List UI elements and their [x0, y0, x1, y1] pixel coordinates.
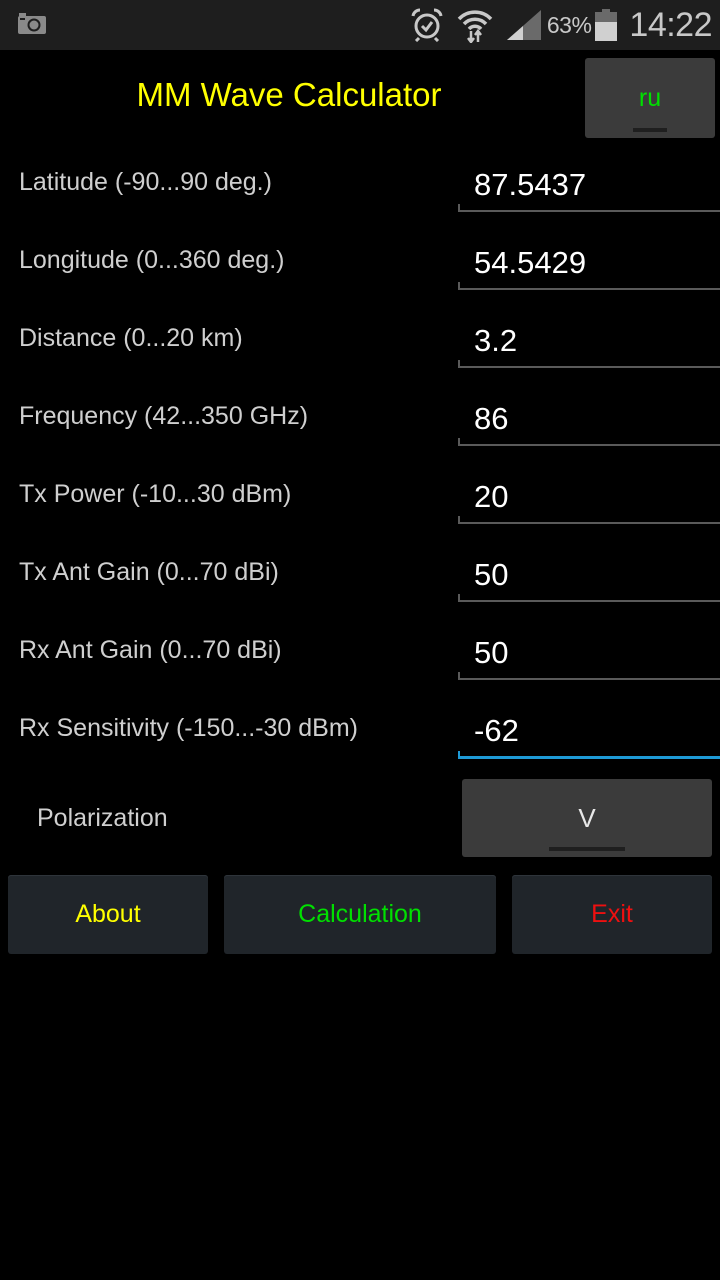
- field-tx-power: Tx Power (-10...30 dBm): [0, 460, 720, 538]
- field-label: Latitude (-90...90 deg.): [19, 168, 272, 196]
- tx-power-input[interactable]: [458, 470, 720, 524]
- field-rx-sensitivity: Rx Sensitivity (-150...-30 dBm): [0, 694, 720, 772]
- polarization-label: Polarization: [37, 804, 168, 832]
- field-frequency: Frequency (42...350 GHz): [0, 382, 720, 460]
- status-bar: 63% 14:22: [0, 0, 720, 50]
- field-label: Tx Power (-10...30 dBm): [19, 480, 292, 508]
- signal-icon: [506, 10, 541, 40]
- input-underline: [458, 360, 720, 368]
- polarization-spinner[interactable]: V: [462, 779, 712, 857]
- rx-ant-gain-input[interactable]: [458, 626, 720, 680]
- input-underline: [458, 282, 720, 290]
- language-value: ru: [638, 83, 662, 112]
- field-label: Rx Sensitivity (-150...-30 dBm): [19, 714, 358, 742]
- distance-input[interactable]: [458, 314, 720, 368]
- field-latitude: Latitude (-90...90 deg.): [0, 148, 720, 226]
- field-rx-ant-gain: Rx Ant Gain (0...70 dBi): [0, 616, 720, 694]
- input-underline: [458, 204, 720, 212]
- field-label: Tx Ant Gain (0...70 dBi): [19, 558, 279, 586]
- field-label: Distance (0...20 km): [19, 324, 243, 352]
- input-underline: [458, 438, 720, 446]
- polarization-value: V: [578, 802, 596, 833]
- input-underline: [458, 516, 720, 524]
- field-label: Rx Ant Gain (0...70 dBi): [19, 636, 282, 664]
- frequency-input[interactable]: [458, 392, 720, 446]
- input-underline: [458, 594, 720, 602]
- input-underline: [458, 672, 720, 680]
- wifi-icon: [457, 10, 493, 43]
- language-spinner[interactable]: ru: [585, 58, 715, 138]
- tx-ant-gain-input[interactable]: [458, 548, 720, 602]
- field-distance: Distance (0...20 km): [0, 304, 720, 382]
- field-label: Longitude (0...360 deg.): [19, 246, 285, 274]
- latitude-input[interactable]: [458, 158, 720, 212]
- about-button[interactable]: About: [8, 875, 208, 954]
- spinner-indicator-icon: [549, 847, 625, 851]
- battery-icon: [595, 9, 618, 41]
- rx-sensitivity-input[interactable]: [458, 704, 720, 758]
- app-title: MM Wave Calculator: [136, 76, 442, 113]
- clock: 14:22: [629, 5, 712, 44]
- calculation-button[interactable]: Calculation: [224, 875, 496, 954]
- camera-icon: [18, 13, 46, 34]
- longitude-input[interactable]: [458, 236, 720, 290]
- input-underline-focused: [458, 751, 720, 759]
- battery-percent: 63%: [546, 11, 592, 38]
- field-label: Frequency (42...350 GHz): [19, 402, 309, 430]
- exit-button[interactable]: Exit: [512, 875, 712, 954]
- field-longitude: Longitude (0...360 deg.): [0, 226, 720, 304]
- alarm-icon: [411, 8, 443, 42]
- field-tx-ant-gain: Tx Ant Gain (0...70 dBi): [0, 538, 720, 616]
- spinner-indicator-icon: [633, 128, 667, 132]
